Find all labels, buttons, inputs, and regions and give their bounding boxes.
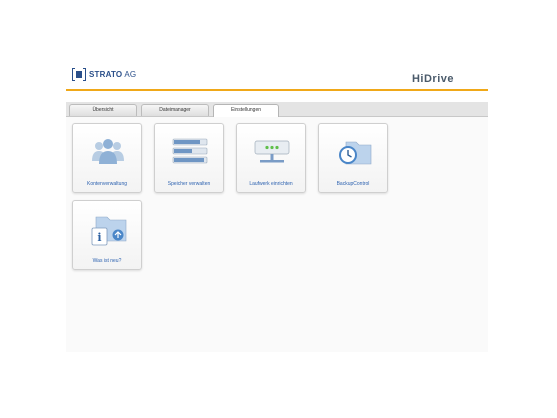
header: STRATO AG HiDrive — [66, 64, 488, 91]
backup-clock-icon — [339, 141, 372, 165]
logo-text-bold: STRATO — [89, 70, 123, 79]
strato-logo[interactable]: STRATO AG — [72, 68, 136, 81]
tab-uebersicht[interactable]: Übersicht — [69, 104, 137, 116]
tile-kontenverwaltung[interactable]: Kontenverwaltung — [72, 123, 142, 193]
tab-einstellungen[interactable]: Einstellungen — [213, 104, 279, 117]
tile-was-ist-neu[interactable]: i Was ist neu? — [72, 200, 142, 270]
tile-label: Kontenverwaltung — [86, 181, 128, 187]
tile-label: Was ist neu? — [92, 258, 122, 264]
tile-backupcontrol[interactable]: BackupControl — [318, 123, 388, 193]
tile-speicher-verwalten[interactable]: Speicher verwalten — [154, 123, 224, 193]
strato-logo-icon — [72, 68, 86, 81]
network-drive-icon — [254, 140, 290, 163]
tab-bar: Übersicht Dateimanager Einstellungen — [66, 102, 488, 117]
tile-label: Speicher verwalten — [167, 181, 211, 187]
info-folder-icon: i — [91, 216, 127, 246]
tile-label: BackupControl — [336, 181, 370, 187]
logo-text-rest: AG — [122, 70, 137, 79]
product-name: HiDrive — [411, 73, 454, 85]
storage-icon — [172, 138, 208, 164]
header-divider — [66, 89, 488, 91]
tile-laufwerk-einrichten[interactable]: Laufwerk einrichten — [236, 123, 306, 193]
tile-label: Laufwerk einrichten — [249, 181, 293, 187]
svg-text:i: i — [97, 231, 101, 244]
app-window: STRATO AG HiDrive Übersicht Dateimanager… — [66, 64, 488, 352]
tab-dateimanager[interactable]: Dateimanager — [141, 104, 209, 116]
users-icon — [92, 139, 124, 164]
